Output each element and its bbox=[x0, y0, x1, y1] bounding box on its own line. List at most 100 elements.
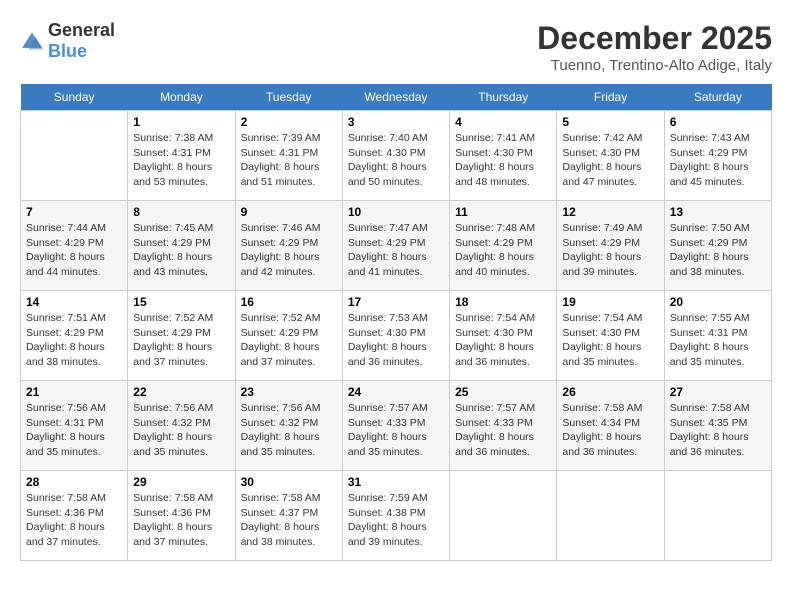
calendar-cell: 10Sunrise: 7:47 AMSunset: 4:29 PMDayligh… bbox=[342, 201, 449, 291]
calendar-cell: 11 Sunrise: 7:48 AMSunset: 4:29 PMDayligh… bbox=[450, 201, 557, 291]
calendar-cell: 18Sunrise: 7:54 AMSunset: 4:30 PMDayligh… bbox=[450, 291, 557, 381]
daylight-text: Daylight: 8 hours and 37 minutes. bbox=[241, 340, 337, 369]
calendar-cell: 7 Sunrise: 7:44 AMSunset: 4:29 PMDaylight… bbox=[21, 201, 128, 291]
week-row-2: 7Sunrise: 7:44 AMSunset: 4:29 PMDaylight… bbox=[21, 201, 772, 291]
sunset-text: Sunset: 4:30 PM bbox=[455, 326, 551, 341]
day-info: Sunrise: 7:52 AMSunset: 4:29 PMDaylight:… bbox=[133, 311, 229, 370]
sunrise-text: Sunrise: 7:58 AM bbox=[562, 401, 658, 416]
sunset-text: Sunset: 4:31 PM bbox=[26, 416, 122, 431]
daylight-text: Daylight: 8 hours and 36 minutes. bbox=[455, 430, 551, 459]
daylight-text: Daylight: 8 hours and 48 minutes. bbox=[455, 160, 551, 189]
daylight-text: Daylight: 8 hours and 36 minutes. bbox=[455, 340, 551, 369]
day-info: Sunrise: 7:56 AMSunset: 4:31 PMDaylight:… bbox=[26, 401, 122, 460]
day-info: Sunrise: 7:48 AMSunset: 4:29 PMDaylight:… bbox=[455, 221, 551, 280]
day-number: 20 bbox=[670, 295, 766, 309]
sunrise-text: Sunrise: 7:54 AM bbox=[562, 311, 658, 326]
sunset-text: Sunset: 4:31 PM bbox=[670, 326, 766, 341]
day-info: Sunrise: 7:44 AMSunset: 4:29 PMDaylight:… bbox=[26, 221, 122, 280]
calendar-cell: 4 Sunrise: 7:41 AMSunset: 4:30 PMDaylight… bbox=[450, 111, 557, 201]
sunrise-text: Sunrise: 7:46 AM bbox=[241, 221, 337, 236]
day-info: Sunrise: 7:54 AMSunset: 4:30 PMDaylight:… bbox=[562, 311, 658, 370]
daylight-text: Daylight: 8 hours and 35 minutes. bbox=[133, 430, 229, 459]
day-number: 3 bbox=[348, 115, 444, 129]
sunrise-text: Sunrise: 7:47 AM bbox=[348, 221, 444, 236]
day-info: Sunrise: 7:58 AMSunset: 4:36 PMDaylight:… bbox=[26, 491, 122, 550]
sunrise-text: Sunrise: 7:56 AM bbox=[133, 401, 229, 416]
calendar-cell: 27 Sunrise: 7:58 AMSunset: 4:35 PMDayligh… bbox=[664, 381, 771, 471]
day-info: Sunrise: 7:39 AMSunset: 4:31 PMDaylight:… bbox=[241, 131, 337, 190]
daylight-text: Daylight: 8 hours and 37 minutes. bbox=[26, 520, 122, 549]
day-number: 13 bbox=[670, 205, 766, 219]
sunset-text: Sunset: 4:36 PM bbox=[26, 506, 122, 521]
sunrise-text: Sunrise: 7:43 AM bbox=[670, 131, 766, 146]
day-number: 25 bbox=[455, 385, 551, 399]
sunset-text: Sunset: 4:29 PM bbox=[133, 236, 229, 251]
sunset-text: Sunset: 4:31 PM bbox=[133, 146, 229, 161]
calendar-cell: 29Sunrise: 7:58 AMSunset: 4:36 PMDayligh… bbox=[128, 471, 235, 561]
day-number: 15 bbox=[133, 295, 229, 309]
day-info: Sunrise: 7:42 AMSunset: 4:30 PMDaylight:… bbox=[562, 131, 658, 190]
day-info: Sunrise: 7:51 AMSunset: 4:29 PMDaylight:… bbox=[26, 311, 122, 370]
calendar-cell bbox=[664, 471, 771, 561]
logo-blue: Blue bbox=[48, 41, 87, 61]
sunrise-text: Sunrise: 7:40 AM bbox=[348, 131, 444, 146]
day-info: Sunrise: 7:43 AMSunset: 4:29 PMDaylight:… bbox=[670, 131, 766, 190]
day-number: 7 bbox=[26, 205, 122, 219]
sunrise-text: Sunrise: 7:58 AM bbox=[241, 491, 337, 506]
day-info: Sunrise: 7:55 AMSunset: 4:31 PMDaylight:… bbox=[670, 311, 766, 370]
sunrise-text: Sunrise: 7:57 AM bbox=[455, 401, 551, 416]
sunrise-text: Sunrise: 7:58 AM bbox=[670, 401, 766, 416]
sunset-text: Sunset: 4:32 PM bbox=[241, 416, 337, 431]
day-info: Sunrise: 7:47 AMSunset: 4:29 PMDaylight:… bbox=[348, 221, 444, 280]
col-header-friday: Friday bbox=[557, 84, 664, 111]
sunset-text: Sunset: 4:29 PM bbox=[670, 236, 766, 251]
day-number: 2 bbox=[241, 115, 337, 129]
day-number: 12 bbox=[562, 205, 658, 219]
sunset-text: Sunset: 4:35 PM bbox=[670, 416, 766, 431]
col-header-tuesday: Tuesday bbox=[235, 84, 342, 111]
day-info: Sunrise: 7:41 AMSunset: 4:30 PMDaylight:… bbox=[455, 131, 551, 190]
day-number: 23 bbox=[241, 385, 337, 399]
logo-text: General Blue bbox=[48, 20, 115, 62]
calendar-cell: 20 Sunrise: 7:55 AMSunset: 4:31 PMDayligh… bbox=[664, 291, 771, 381]
header-row: SundayMondayTuesdayWednesdayThursdayFrid… bbox=[21, 84, 772, 111]
daylight-text: Daylight: 8 hours and 35 minutes. bbox=[241, 430, 337, 459]
sunrise-text: Sunrise: 7:52 AM bbox=[133, 311, 229, 326]
calendar-cell: 6 Sunrise: 7:43 AMSunset: 4:29 PMDaylight… bbox=[664, 111, 771, 201]
sunset-text: Sunset: 4:29 PM bbox=[241, 236, 337, 251]
calendar-cell: 17Sunrise: 7:53 AMSunset: 4:30 PMDayligh… bbox=[342, 291, 449, 381]
day-number: 27 bbox=[670, 385, 766, 399]
day-info: Sunrise: 7:40 AMSunset: 4:30 PMDaylight:… bbox=[348, 131, 444, 190]
sunset-text: Sunset: 4:38 PM bbox=[348, 506, 444, 521]
day-number: 6 bbox=[670, 115, 766, 129]
daylight-text: Daylight: 8 hours and 39 minutes. bbox=[562, 250, 658, 279]
calendar-cell: 16Sunrise: 7:52 AMSunset: 4:29 PMDayligh… bbox=[235, 291, 342, 381]
calendar-cell: 15 Sunrise: 7:52 AMSunset: 4:29 PMDayligh… bbox=[128, 291, 235, 381]
daylight-text: Daylight: 8 hours and 51 minutes. bbox=[241, 160, 337, 189]
daylight-text: Daylight: 8 hours and 37 minutes. bbox=[133, 520, 229, 549]
daylight-text: Daylight: 8 hours and 50 minutes. bbox=[348, 160, 444, 189]
title-area: December 2025 Tuenno, Trentino-Alto Adig… bbox=[537, 20, 772, 74]
col-header-monday: Monday bbox=[128, 84, 235, 111]
day-number: 11 bbox=[455, 205, 551, 219]
sunrise-text: Sunrise: 7:39 AM bbox=[241, 131, 337, 146]
daylight-text: Daylight: 8 hours and 36 minutes. bbox=[670, 430, 766, 459]
sunrise-text: Sunrise: 7:54 AM bbox=[455, 311, 551, 326]
day-number: 31 bbox=[348, 475, 444, 489]
calendar-cell: 31Sunrise: 7:59 AMSunset: 4:38 PMDayligh… bbox=[342, 471, 449, 561]
sunset-text: Sunset: 4:30 PM bbox=[348, 326, 444, 341]
day-number: 4 bbox=[455, 115, 551, 129]
day-info: Sunrise: 7:58 AMSunset: 4:34 PMDaylight:… bbox=[562, 401, 658, 460]
sunset-text: Sunset: 4:34 PM bbox=[562, 416, 658, 431]
sunrise-text: Sunrise: 7:58 AM bbox=[26, 491, 122, 506]
daylight-text: Daylight: 8 hours and 35 minutes. bbox=[562, 340, 658, 369]
calendar-cell bbox=[557, 471, 664, 561]
day-number: 14 bbox=[26, 295, 122, 309]
sunset-text: Sunset: 4:36 PM bbox=[133, 506, 229, 521]
day-info: Sunrise: 7:56 AMSunset: 4:32 PMDaylight:… bbox=[133, 401, 229, 460]
day-info: Sunrise: 7:53 AMSunset: 4:30 PMDaylight:… bbox=[348, 311, 444, 370]
daylight-text: Daylight: 8 hours and 38 minutes. bbox=[241, 520, 337, 549]
sunrise-text: Sunrise: 7:55 AM bbox=[670, 311, 766, 326]
sunrise-text: Sunrise: 7:44 AM bbox=[26, 221, 122, 236]
sunset-text: Sunset: 4:37 PM bbox=[241, 506, 337, 521]
